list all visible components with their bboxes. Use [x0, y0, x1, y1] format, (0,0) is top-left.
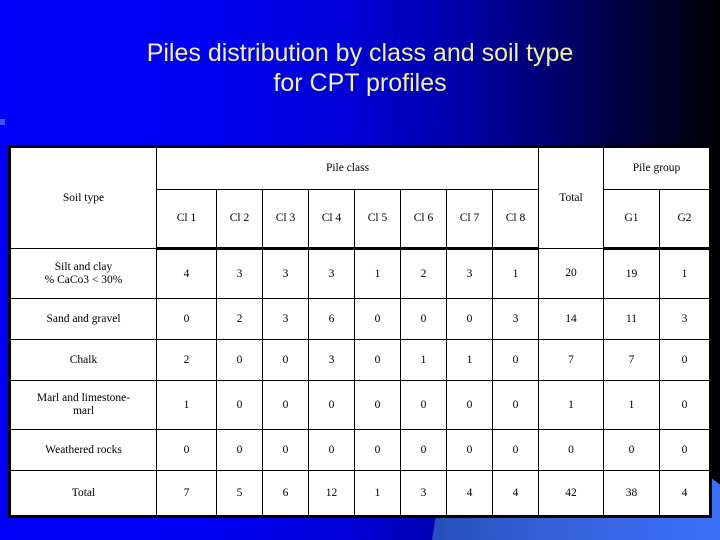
header-pile-group: Pile group: [602, 146, 712, 190]
cell-class-5: 1: [354, 248, 401, 299]
cell-class-2: 0: [216, 380, 263, 430]
table-row: Chalk 2 0 0 3 0 1 1 0 7 7 0: [9, 339, 712, 381]
header-class-2: Cl 2: [216, 189, 263, 250]
cell-class-5: 0: [354, 298, 401, 340]
cell-class-3: 6: [262, 470, 309, 517]
cell-class-7: 1: [446, 339, 493, 381]
cell-class-8: 1: [492, 248, 539, 299]
page-number: 12: [660, 494, 676, 510]
cell-class-4: 0: [308, 380, 355, 430]
cell-class-4: 12: [308, 470, 355, 517]
cell-total: 42: [538, 470, 604, 517]
cell-class-8: 0: [492, 429, 539, 471]
header-class-6: Cl 6: [400, 189, 447, 250]
cell-class-2: 3: [216, 248, 263, 299]
slide-canvas: Piles distribution by class and soil typ…: [0, 0, 720, 540]
row-label: Chalk: [9, 339, 157, 381]
table-row: Sand and gravel 0 2 3 6 0 0 0 3 14 11 3: [9, 298, 712, 340]
table-row-total: Total 7 5 6 12 1 3 4 4 42 38 4: [9, 470, 712, 517]
cell-class-1: 7: [156, 470, 217, 517]
table-row: Silt and clay % CaCo3 < 30% 4 3 3 3 1 2 …: [9, 248, 712, 299]
cell-class-6: 0: [400, 380, 447, 430]
cell-group-g2: 3: [658, 298, 712, 340]
cell-class-6: 0: [400, 298, 447, 340]
cell-group-g1: 19: [603, 248, 660, 299]
cell-class-4: 6: [308, 298, 355, 340]
cell-class-2: 2: [216, 298, 263, 340]
cell-class-8: 0: [492, 380, 539, 430]
cell-group-g1: 1: [603, 380, 660, 430]
cell-total: 14: [538, 298, 604, 340]
row-label: Total: [9, 470, 157, 517]
cell-total: 1: [538, 380, 604, 430]
header-soil-type: Soil type: [9, 146, 157, 249]
cell-class-2: 5: [216, 470, 263, 517]
cell-class-4: 3: [308, 339, 355, 381]
cell-class-5: 0: [354, 339, 401, 381]
cell-class-1: 1: [156, 380, 217, 430]
cell-class-6: 0: [400, 429, 447, 471]
cell-group-g1: 0: [603, 429, 660, 471]
header-class-8: Cl 8: [492, 189, 539, 250]
cell-class-6: 3: [400, 470, 447, 517]
cell-class-5: 1: [354, 470, 401, 517]
cell-class-3: 3: [262, 248, 309, 299]
table-header-row-top: Soil type Pile class Total Pile group: [9, 146, 712, 249]
cell-class-8: 0: [492, 339, 539, 381]
cell-total: 20: [538, 248, 604, 299]
cell-group-g2: 0: [658, 380, 712, 430]
cell-total: 7: [538, 339, 604, 381]
cell-group-g1: 7: [603, 339, 660, 381]
row-label: Marl and limestone- marl: [9, 380, 157, 430]
cell-class-6: 2: [400, 248, 447, 299]
cell-group-g2: 1: [658, 248, 712, 299]
header-class-5: Cl 5: [354, 189, 401, 250]
cell-class-3: 0: [262, 429, 309, 471]
cell-class-7: 3: [446, 248, 493, 299]
cell-class-2: 0: [216, 429, 263, 471]
row-label: Weathered rocks: [9, 429, 157, 471]
cell-class-3: 0: [262, 380, 309, 430]
cell-class-5: 0: [354, 380, 401, 430]
header-group-g1: G1: [603, 189, 660, 250]
cell-class-1: 4: [156, 248, 217, 299]
cell-class-7: 0: [446, 298, 493, 340]
cell-class-3: 3: [262, 298, 309, 340]
pile-distribution-table-wrap: Soil type Pile class Total Pile group Cl…: [8, 145, 713, 518]
cell-class-7: 0: [446, 429, 493, 471]
header-class-3: Cl 3: [262, 189, 309, 250]
pile-distribution-table: Soil type Pile class Total Pile group Cl…: [8, 145, 713, 518]
header-group-g2: G2: [658, 189, 712, 250]
cell-group-g2: 0: [658, 339, 712, 381]
header-class-4: Cl 4: [308, 189, 355, 250]
header-total: Total: [538, 146, 604, 249]
cell-class-5: 0: [354, 429, 401, 471]
cell-class-1: 0: [156, 429, 217, 471]
cell-class-3: 0: [262, 339, 309, 381]
row-label: Silt and clay % CaCo3 < 30%: [9, 248, 157, 299]
cell-class-7: 0: [446, 380, 493, 430]
cell-class-4: 3: [308, 248, 355, 299]
row-label: Sand and gravel: [9, 298, 157, 340]
cell-class-4: 0: [308, 429, 355, 471]
cell-class-6: 1: [400, 339, 447, 381]
cell-class-1: 2: [156, 339, 217, 381]
header-pile-class: Pile class: [156, 146, 539, 190]
cell-class-8: 4: [492, 470, 539, 517]
cell-class-8: 3: [492, 298, 539, 340]
table-row: Marl and limestone- marl 1 0 0 0 0 0 0 0…: [9, 380, 712, 430]
decorative-speck: [0, 119, 5, 125]
cell-group-g1: 11: [603, 298, 660, 340]
header-class-7: Cl 7: [446, 189, 493, 250]
page-title: Piles distribution by class and soil typ…: [146, 39, 574, 97]
header-class-1: Cl 1: [156, 189, 217, 250]
cell-class-7: 4: [446, 470, 493, 517]
cell-total: 0: [538, 429, 604, 471]
cell-class-1: 0: [156, 298, 217, 340]
table-row: Weathered rocks 0 0 0 0 0 0 0 0 0 0 0: [9, 429, 712, 471]
cell-class-2: 0: [216, 339, 263, 381]
cell-group-g2: 0: [658, 429, 712, 471]
